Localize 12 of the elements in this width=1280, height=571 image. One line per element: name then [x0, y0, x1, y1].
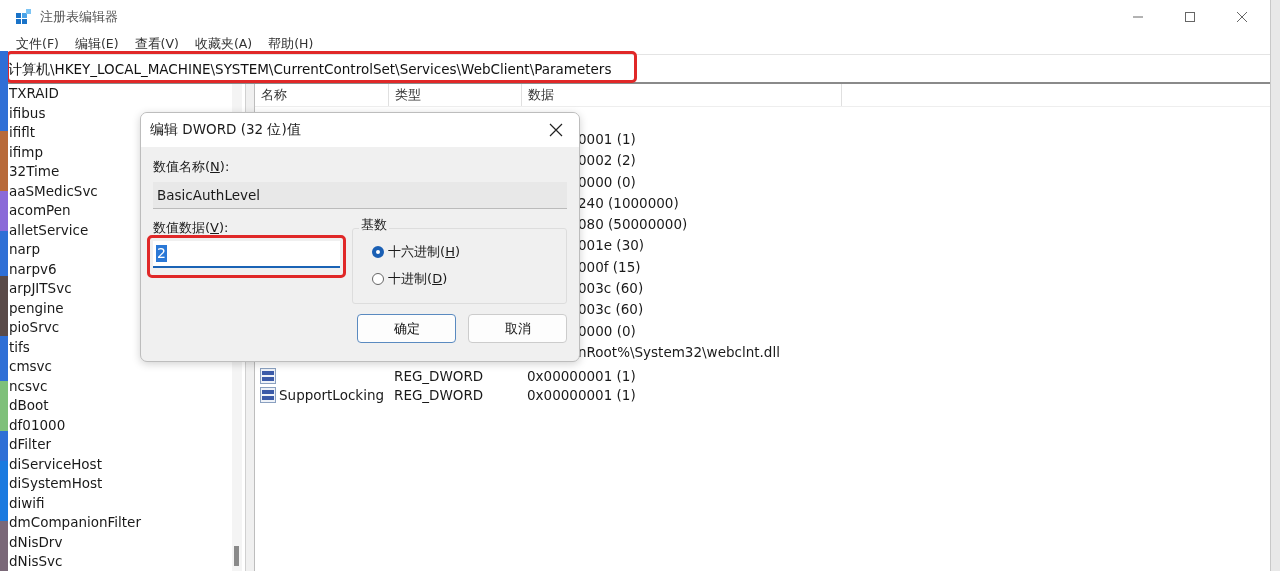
- window-title: 注册表编辑器: [40, 8, 118, 26]
- value-data: 240 (1000000): [578, 194, 679, 211]
- value-type: REG_DWORD: [394, 368, 484, 385]
- value-data: nRoot%\System32\webclnt.dll: [578, 343, 780, 360]
- value-data: 0x00000001 (1): [527, 386, 636, 403]
- field-label: 数值名称(N):: [153, 158, 231, 176]
- field-label: 数值数据(V):: [153, 219, 230, 237]
- value-data: 0x00000001 (1): [527, 368, 636, 385]
- group-label: 基数: [359, 216, 390, 234]
- dialog-title: 编辑 DWORD (32 位)值: [150, 121, 301, 139]
- selected-text: 2: [156, 245, 167, 262]
- value-type: REG_DWORD: [394, 386, 484, 403]
